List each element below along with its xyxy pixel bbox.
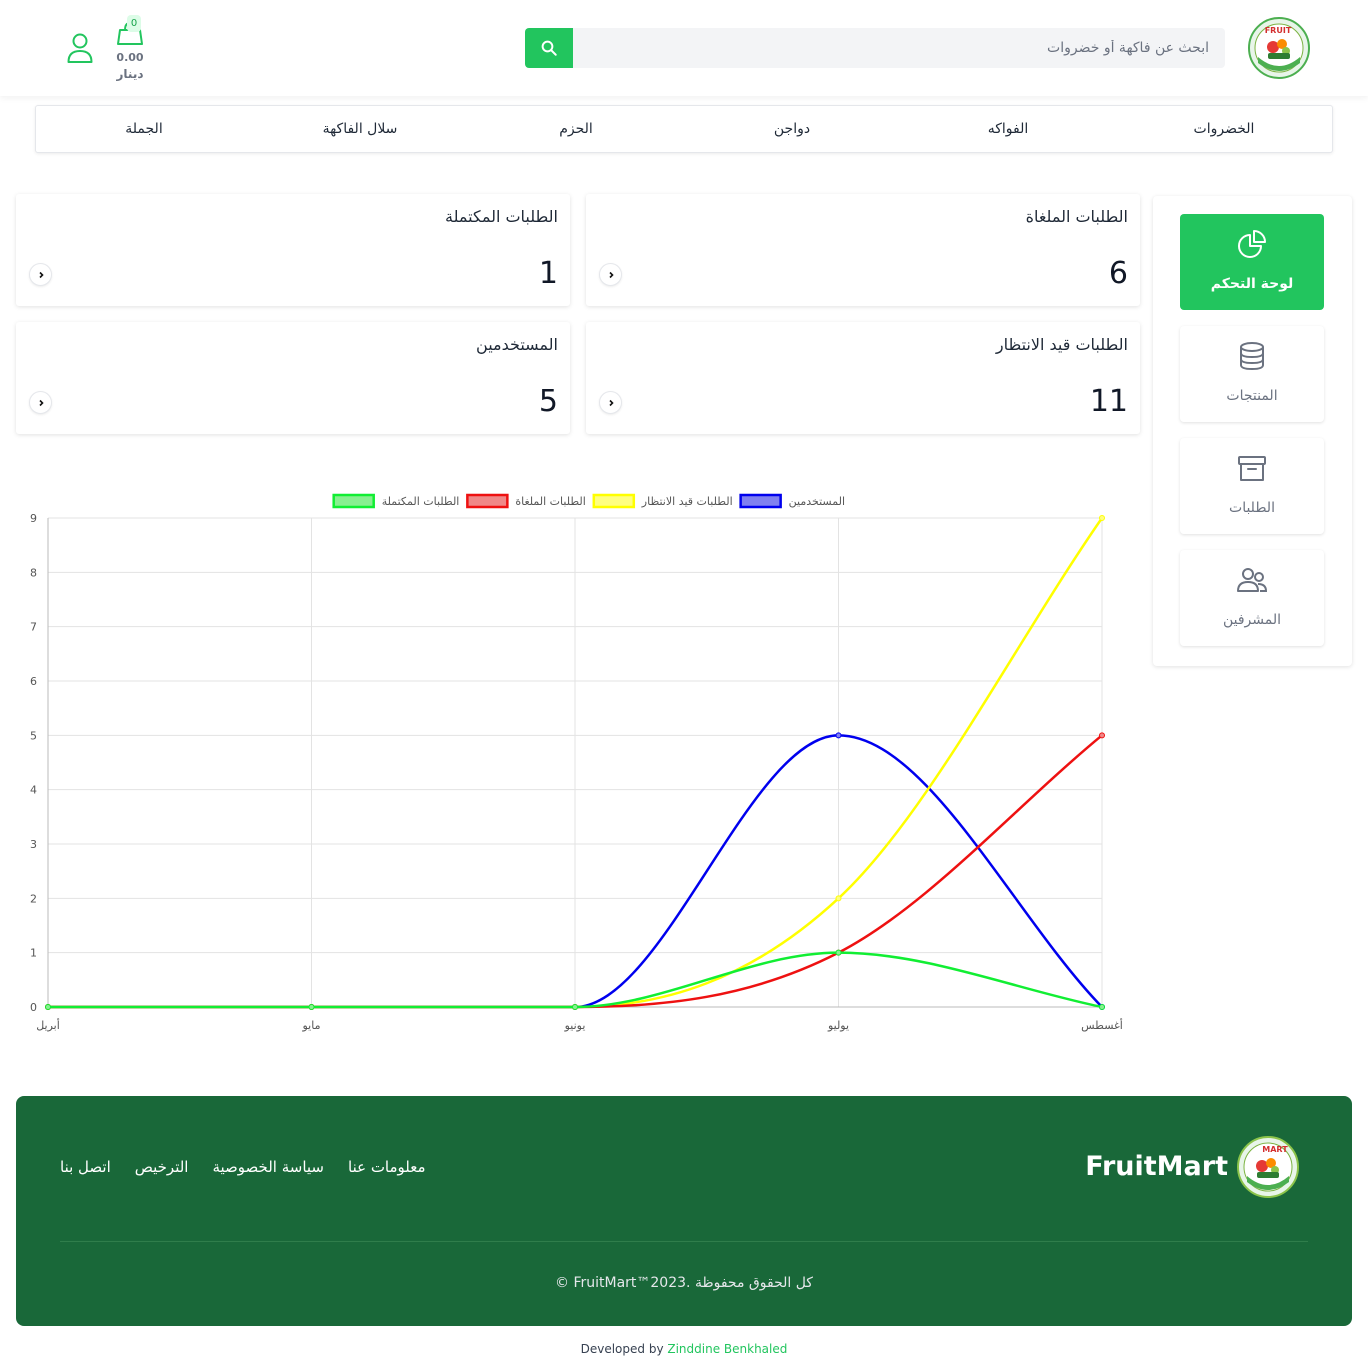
- chart-data-point: [835, 949, 842, 956]
- stat-card-pending-orders: الطلبات قيد الانتظار 11: [586, 322, 1140, 434]
- chart-data-point: [835, 895, 842, 902]
- footer-brand: FruitMart: [1085, 1151, 1228, 1182]
- stat-card-users: المستخدمين 5: [16, 322, 570, 434]
- chart-y-tick-label: 8: [30, 566, 37, 579]
- developer-credit: Developed by Zinddine Benkhaled: [0, 1342, 1368, 1356]
- users-icon: [1237, 568, 1268, 592]
- chart-data-point: [45, 1004, 51, 1010]
- footer-divider: [60, 1241, 1308, 1242]
- sidebar-item-label: لوحة التحكم: [1210, 276, 1294, 292]
- category-fruits[interactable]: الفواكه: [900, 106, 1116, 152]
- chart-y-tick-label: 5: [30, 729, 37, 742]
- chart-x-tick-label: يونيو: [564, 1019, 586, 1032]
- footer: MART FruitMart اتصل بنا الترخيص سياسة ال…: [16, 1096, 1352, 1326]
- stat-details-button[interactable]: [29, 263, 52, 286]
- chevron-right-icon: [608, 271, 614, 278]
- fruitmart-logo[interactable]: FRUIT: [1248, 17, 1310, 79]
- category-poultry[interactable]: دواجن: [684, 106, 900, 152]
- chart-data-point: [1099, 1004, 1105, 1010]
- search-input[interactable]: [573, 28, 1225, 68]
- cart-count-badge: 0: [127, 15, 141, 32]
- chart-y-tick-label: 3: [30, 838, 37, 851]
- footer-copyright: © FruitMart™2023. كل الحقوق محفوظة: [555, 1275, 813, 1291]
- stat-details-button[interactable]: [599, 263, 622, 286]
- cart-button[interactable]: 0 0.00 دينار: [108, 14, 152, 86]
- chart-y-tick-label: 9: [30, 512, 37, 525]
- footer-link-contact[interactable]: اتصل بنا: [60, 1158, 111, 1176]
- sidebar-item-dashboard[interactable]: لوحة التحكم: [1180, 214, 1324, 310]
- orders-line-chart: 0 1 2 3 4 5 6 7 8 9 أبريل مايو يونيو يوليو أغسطس المستخ…: [30, 493, 1123, 1032]
- dashboard-sidebar: لوحة التحكم المنتجات الطلبات المشرفين: [1153, 196, 1352, 666]
- chart-legend-label: الطلبات المكتملة: [382, 495, 460, 508]
- developed-by-label: Developed by: [580, 1342, 664, 1356]
- search-button[interactable]: [525, 28, 573, 68]
- category-bundles[interactable]: الحزم: [468, 106, 684, 152]
- chevron-right-icon: [38, 271, 44, 278]
- search-icon: [541, 40, 557, 56]
- chart-legend-swatch: [332, 493, 375, 509]
- chart-y-tick-label: 4: [30, 784, 37, 797]
- stat-details-button[interactable]: [599, 391, 622, 414]
- header: FRUIT 0 0.00 دينار: [0, 0, 1368, 96]
- search-bar: [525, 28, 1225, 68]
- stat-value: 1: [538, 256, 558, 291]
- chart-y-tick-label: 7: [30, 621, 37, 634]
- developer-link[interactable]: Zinddine Benkhaled: [667, 1342, 787, 1356]
- chart-y-tick-label: 1: [30, 947, 37, 960]
- chart-x-tick-label: يوليو: [827, 1019, 849, 1032]
- cart-total: 0.00: [116, 51, 144, 64]
- sidebar-item-label: المشرفين: [1222, 612, 1282, 628]
- sidebar-item-label: الطلبات: [1229, 500, 1275, 516]
- chart-y-tick-label: 0: [30, 1001, 37, 1014]
- chart-data-point: [835, 732, 842, 739]
- chart-legend-label: المستخدمين: [789, 495, 845, 508]
- chart-data-point: [572, 1004, 578, 1010]
- chart-y-tick-label: 6: [30, 675, 37, 688]
- category-fruit-baskets[interactable]: سلال الفاكهة: [252, 106, 468, 152]
- category-nav: الخضروات الفواكه دواجن الحزم سلال الفاكه…: [35, 105, 1333, 153]
- stat-value: 5: [538, 384, 558, 419]
- archive-box-icon: [1238, 456, 1266, 481]
- stat-value: 11: [1089, 384, 1128, 419]
- sidebar-item-label: المنتجات: [1226, 388, 1278, 404]
- footer-links: اتصل بنا الترخيص سياسة الخصوصية معلومات …: [60, 1158, 450, 1176]
- user-account-icon[interactable]: [66, 32, 94, 64]
- chart-x-tick-label: أبريل: [36, 1018, 60, 1032]
- footer-link-about[interactable]: معلومات عنا: [348, 1158, 426, 1176]
- cart-currency: دينار: [116, 67, 144, 81]
- svg-text:MART: MART: [1262, 1145, 1288, 1154]
- chart-legend-swatch: [739, 493, 782, 509]
- category-vegetables[interactable]: الخضروات: [1116, 106, 1332, 152]
- category-wholesale[interactable]: الجملة: [36, 106, 252, 152]
- stat-details-button[interactable]: [29, 391, 52, 414]
- sidebar-item-admins[interactable]: المشرفين: [1180, 550, 1324, 646]
- stat-title: الطلبات قيد الانتظار: [995, 335, 1128, 354]
- chart-legend-label: الطلبات الملغاة: [515, 495, 585, 508]
- sidebar-item-orders[interactable]: الطلبات: [1180, 438, 1324, 534]
- stat-title: المستخدمين: [476, 335, 558, 354]
- pie-chart-icon: [1238, 230, 1266, 258]
- database-icon: [1240, 342, 1264, 371]
- stat-title: الطلبات المكتملة: [445, 207, 558, 226]
- chart-data-point: [308, 1004, 315, 1010]
- chart-x-tick-label: مايو: [302, 1019, 321, 1032]
- chart-data-point: [1099, 732, 1105, 739]
- stat-title: الطلبات الملغاة: [1025, 207, 1128, 226]
- footer-link-license[interactable]: الترخيص: [135, 1158, 189, 1176]
- chart-legend-swatch: [592, 493, 636, 509]
- chart-x-tick-label: أغسطس: [1081, 1018, 1123, 1032]
- stat-card-cancelled-orders: الطلبات الملغاة 6: [586, 194, 1140, 306]
- stat-card-completed-orders: الطلبات المكتملة 1: [16, 194, 570, 306]
- footer-link-privacy[interactable]: سياسة الخصوصية: [212, 1158, 324, 1176]
- chevron-right-icon: [608, 399, 614, 406]
- chevron-right-icon: [38, 399, 44, 406]
- chart-legend-label: الطلبات قيد الانتظار: [641, 495, 733, 508]
- svg-text:FRUIT: FRUIT: [1265, 26, 1292, 35]
- fruitmart-logo[interactable]: MART: [1237, 1136, 1299, 1198]
- chart-y-tick-label: 2: [30, 892, 37, 905]
- chart-data-point: [1099, 515, 1105, 521]
- chart-legend-swatch: [466, 493, 509, 509]
- sidebar-item-products[interactable]: المنتجات: [1180, 326, 1324, 422]
- stat-value: 6: [1108, 256, 1128, 291]
